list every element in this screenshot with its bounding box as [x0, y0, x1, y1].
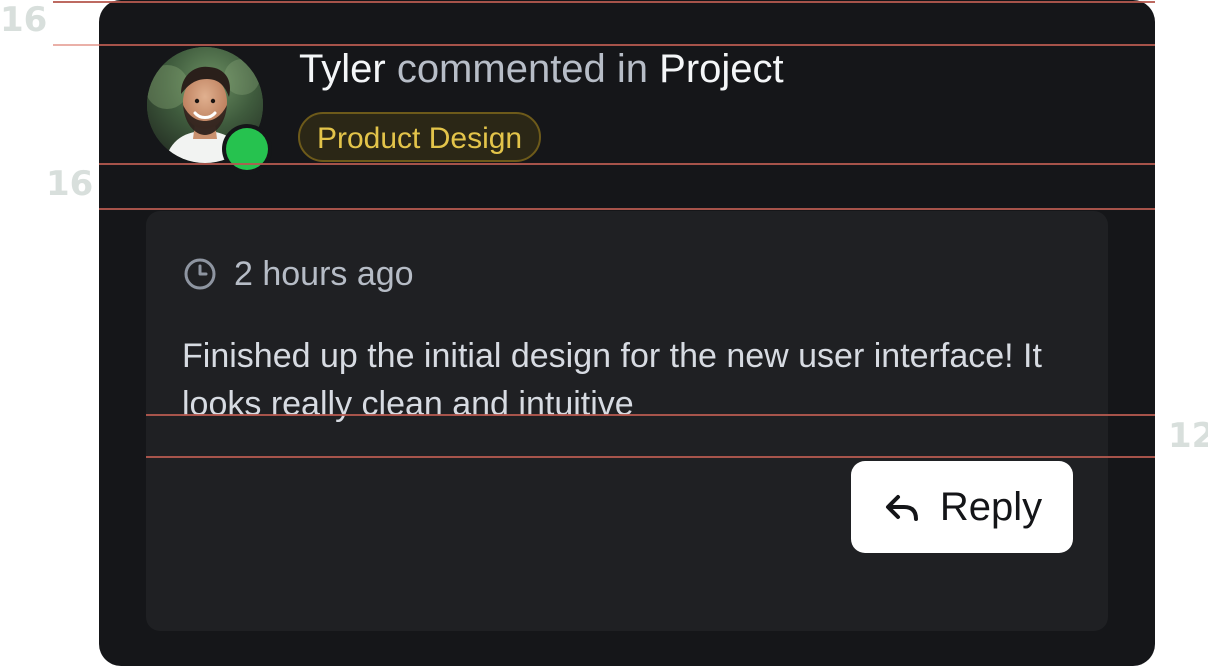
clock-icon [184, 258, 216, 290]
online-status-dot [226, 128, 268, 170]
reply-icon [885, 495, 918, 521]
project-tag[interactable]: Product Design [298, 112, 542, 162]
guide-top-inner-left [53, 44, 99, 46]
author-name[interactable]: Tyler [299, 47, 386, 91]
reply-label: Reply [939, 485, 1043, 529]
comment-text: Finished up the initial design for the n… [182, 337, 1042, 423]
timestamp-row: 2 hours ago [182, 252, 414, 296]
spacing-label-right: 12 [1168, 416, 1208, 456]
comment-header: Tyler commented in Project [299, 44, 784, 94]
action-text: commented in [396, 47, 649, 91]
spacing-label-top: 16 [0, 0, 48, 40]
reply-button[interactable]: Reply [851, 461, 1073, 553]
time-ago: 2 hours ago [234, 255, 414, 293]
spacing-label-middle: 16 [46, 164, 94, 204]
project-link[interactable]: Project [659, 47, 784, 91]
